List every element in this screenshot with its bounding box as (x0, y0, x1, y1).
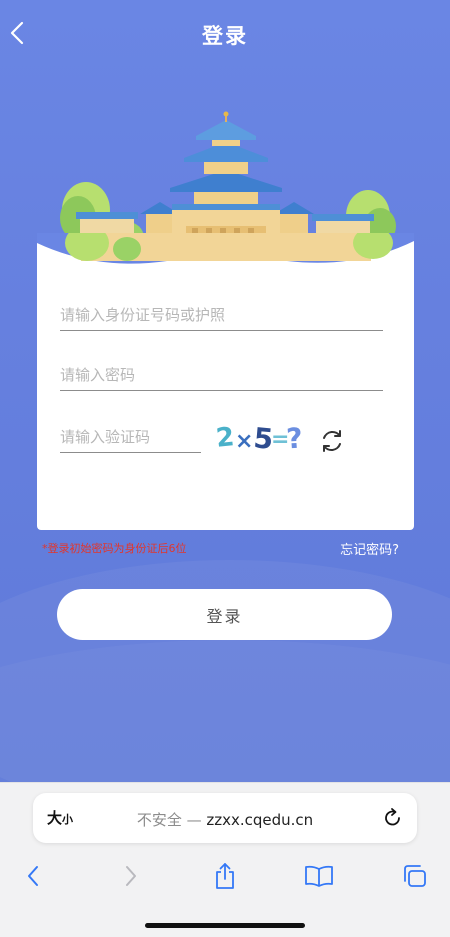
initial-password-notice: *登录初始密码为身份证后6位 (42, 542, 187, 555)
page-title: 登录 (202, 24, 248, 48)
svg-text:2: 2 (215, 422, 236, 454)
reload-button[interactable] (381, 806, 405, 830)
url-display[interactable]: 不安全 — zzxx.cqedu.cn (33, 809, 417, 830)
share-button[interactable] (210, 861, 240, 891)
login-form-card: 2 × 5 = ? (37, 233, 414, 530)
id-field (60, 301, 383, 331)
svg-text:×: × (235, 429, 253, 454)
captcha-field (60, 423, 201, 453)
captcha-image[interactable]: 2 × 5 = ? (215, 416, 307, 458)
svg-text:?: ? (285, 421, 304, 455)
home-indicator (145, 923, 305, 928)
app-screen: 登录 请输入身份证号码或护照 请输入验证码 2 × 5 = ? *登录初始密码为… (0, 0, 450, 782)
tabs-button[interactable] (400, 861, 430, 891)
back-nav-button[interactable] (18, 861, 48, 891)
browser-chrome: 大小 不安全 — zzxx.cqedu.cn (0, 782, 450, 937)
chevron-left-icon (28, 866, 38, 886)
captcha-input[interactable] (60, 423, 201, 451)
url-domain: zzxx.cqedu.cn (206, 811, 314, 829)
forgot-password-link[interactable]: 忘记密码? (340, 539, 399, 558)
book-icon (305, 865, 333, 887)
tabs-icon (404, 865, 426, 887)
password-input[interactable] (60, 361, 383, 389)
forward-nav-button[interactable] (116, 861, 146, 891)
password-field (60, 361, 383, 391)
chevron-right-icon (126, 866, 136, 886)
login-button[interactable]: 登录 (57, 589, 392, 640)
share-icon (216, 863, 234, 889)
id-number-input[interactable] (60, 301, 383, 329)
top-nav: 登录 (0, 0, 450, 70)
background-wave (0, 640, 450, 782)
card-top-decoration (37, 233, 414, 264)
refresh-icon (323, 430, 341, 452)
reload-icon (385, 808, 400, 826)
refresh-captcha-button[interactable] (317, 426, 347, 456)
insecure-label: 不安全 — (136, 811, 207, 829)
bookmarks-button[interactable] (304, 861, 334, 891)
address-bar[interactable]: 大小 不安全 — zzxx.cqedu.cn (33, 793, 417, 843)
